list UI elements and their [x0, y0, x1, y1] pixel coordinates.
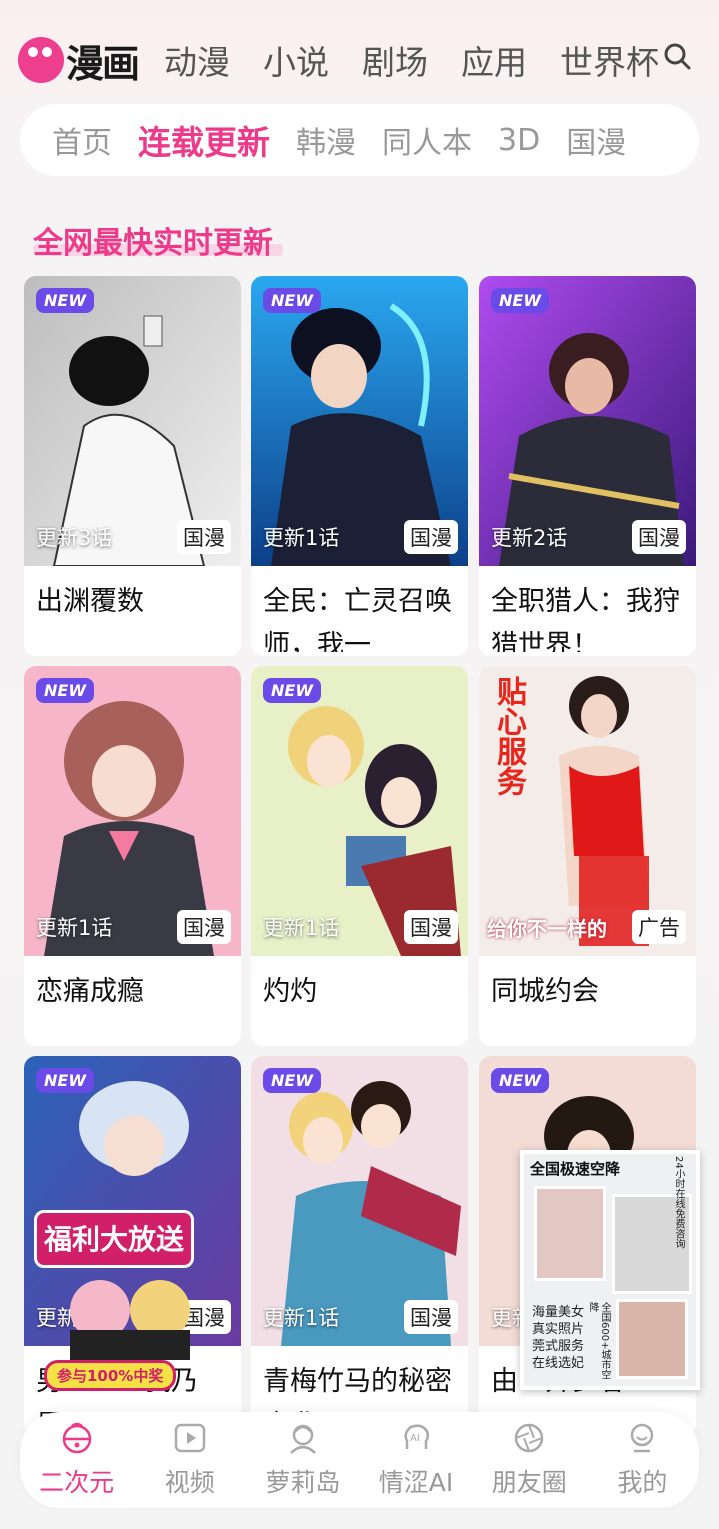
search-icon[interactable]	[663, 42, 691, 70]
new-badge: NEW	[263, 678, 321, 703]
comic-card[interactable]: NEW 更新3话 国漫 出渊覆数	[24, 276, 241, 656]
promo-subtitle: 参与100%中奖	[57, 1367, 164, 1385]
ad-tag: 广告	[632, 910, 686, 944]
new-badge: NEW	[36, 678, 94, 703]
genre-tag: 国漫	[404, 1300, 458, 1334]
comic-title: 灼灼	[263, 976, 317, 1007]
float-ad-side-text: 24小时在线免费咨询	[673, 1156, 684, 1249]
bottom-tab-bar: 二次元 视频 萝莉岛 AI 情涩AI 朋友圈 我的	[20, 1412, 699, 1508]
float-ad-line: 真实照片	[532, 1322, 585, 1337]
comic-card[interactable]: NEW 更新1话 国漫 灼灼	[251, 666, 468, 1046]
new-badge: NEW	[491, 288, 549, 313]
float-ad-photo	[616, 1299, 688, 1379]
nav-item-anime[interactable]: 动漫	[164, 36, 230, 84]
comic-cover: NEW 更新2话 国漫	[479, 276, 696, 566]
promo-art	[70, 1280, 190, 1360]
nav-item-worldcup[interactable]: 世界杯	[560, 36, 659, 84]
float-ad-corner: 全国600+城市空降	[587, 1302, 610, 1380]
promo-banner[interactable]: 福利大放送 参与100%中奖	[30, 1200, 210, 1391]
logo-text: 漫画	[66, 41, 140, 86]
comic-card[interactable]: NEW 更新1话 国漫 青梅竹马的秘密来袭	[251, 1056, 468, 1436]
new-badge: NEW	[36, 1068, 94, 1093]
comic-card[interactable]: NEW 更新1话 国漫 恋痛成瘾	[24, 666, 241, 1046]
tab-label: 视频	[164, 1468, 215, 1497]
ad-card[interactable]: 贴心服务 给你不一样的 广告 同城约会	[479, 666, 696, 1046]
update-count: 更新1话	[263, 916, 340, 940]
promo-title: 福利大放送	[44, 1223, 185, 1256]
bell-ball-icon	[62, 1422, 91, 1454]
ad-overlay-text: 贴心服务	[491, 676, 526, 796]
float-ad-heading: 全国极速空降	[530, 1160, 621, 1178]
new-badge: NEW	[263, 288, 321, 313]
tab-loli-island[interactable]: 萝莉岛	[248, 1421, 358, 1499]
ad-bottom-text: 给你不一样的	[487, 917, 607, 941]
comic-cover: NEW 更新1话 国漫	[251, 276, 468, 566]
tab-serial-updates[interactable]: 连载更新	[138, 116, 270, 164]
update-count: 更新2话	[491, 526, 568, 550]
section-title: 全网最快实时更新	[33, 226, 273, 261]
tab-label: 情涩AI	[378, 1468, 454, 1497]
new-badge: NEW	[36, 288, 94, 313]
comic-cover: NEW 更新1话 国漫	[251, 666, 468, 956]
nav-item-novel[interactable]: 小说	[263, 36, 329, 84]
genre-tag: 国漫	[404, 910, 458, 944]
comic-title: 恋痛成瘾	[36, 976, 144, 1007]
top-nav: 漫画 动漫 小说 剧场 应用 世界杯	[18, 30, 719, 90]
genre-tag: 国漫	[632, 520, 686, 554]
aperture-icon	[514, 1423, 544, 1453]
tab-korean-comics[interactable]: 韩漫	[296, 118, 356, 162]
logo-icon	[18, 37, 64, 83]
tab-label: 朋友圈	[491, 1468, 567, 1497]
comic-title: 全民：亡灵召唤师，我一	[263, 586, 452, 652]
new-badge: NEW	[263, 1068, 321, 1093]
nav-item-apps[interactable]: 应用	[461, 36, 527, 84]
float-ad-line: 海量美女	[532, 1305, 585, 1320]
ai-head-icon: AI	[404, 1424, 430, 1449]
tab-anime[interactable]: 二次元	[22, 1421, 132, 1499]
float-ad-lines: 海量美女 真实照片 莞式服务 在线选妃	[532, 1304, 584, 1372]
tab-ai[interactable]: AI 情涩AI	[361, 1421, 471, 1499]
ad-cover: 贴心服务 给你不一样的 广告	[479, 666, 696, 956]
float-ad-line: 莞式服务	[532, 1339, 585, 1354]
tab-label: 我的	[617, 1468, 668, 1497]
update-count: 更新1话	[263, 1306, 340, 1330]
tab-video[interactable]: 视频	[135, 1421, 245, 1499]
update-count: 更新1话	[263, 526, 340, 550]
floating-ad[interactable]: 全国极速空降 海量美女 真实照片 莞式服务 在线选妃 24小时在线免费咨询 全国…	[520, 1150, 700, 1390]
tab-3d[interactable]: 3D	[498, 123, 540, 158]
comic-title: 全职猎人：我狩猎世界！	[491, 586, 680, 652]
comic-title: 出渊覆数	[36, 586, 144, 617]
category-bar: 首页 连载更新 韩漫 同人本 3D 国漫	[20, 104, 699, 176]
genre-tag: 国漫	[177, 520, 231, 554]
tab-domestic-comics[interactable]: 国漫	[566, 118, 626, 162]
genre-tag: 国漫	[404, 520, 458, 554]
svg-text:AI: AI	[410, 1433, 420, 1444]
update-count: 更新1话	[36, 916, 113, 940]
play-icon	[174, 1423, 205, 1453]
tab-me[interactable]: 我的	[587, 1421, 697, 1499]
comic-cover: NEW 更新1话 国漫	[24, 666, 241, 956]
comic-card[interactable]: NEW 更新2话 国漫 全职猎人：我狩猎世界！	[479, 276, 696, 656]
update-count: 更新3话	[36, 526, 113, 550]
genre-tag: 国漫	[177, 910, 231, 944]
comic-card[interactable]: NEW 更新1话 国漫 全民：亡灵召唤师，我一	[251, 276, 468, 656]
nav-item-theater[interactable]: 剧场	[362, 36, 428, 84]
promo-pill: 参与100%中奖	[44, 1360, 177, 1391]
tab-label: 二次元	[39, 1468, 115, 1497]
tab-doujin[interactable]: 同人本	[382, 118, 472, 162]
app-logo[interactable]: 漫画	[18, 33, 140, 88]
new-badge: NEW	[491, 1068, 549, 1093]
profile-icon	[631, 1423, 654, 1453]
tab-moments[interactable]: 朋友圈	[474, 1421, 584, 1499]
float-ad-photo	[534, 1186, 606, 1281]
tab-home[interactable]: 首页	[52, 118, 112, 162]
comic-cover: NEW 更新3话 国漫	[24, 276, 241, 566]
ad-title: 同城约会	[491, 976, 599, 1007]
float-ad-line: 在线选妃	[532, 1356, 585, 1371]
tab-label: 萝莉岛	[265, 1468, 341, 1497]
comic-cover: NEW 更新1话 国漫	[251, 1056, 468, 1346]
girl-icon	[290, 1424, 316, 1454]
